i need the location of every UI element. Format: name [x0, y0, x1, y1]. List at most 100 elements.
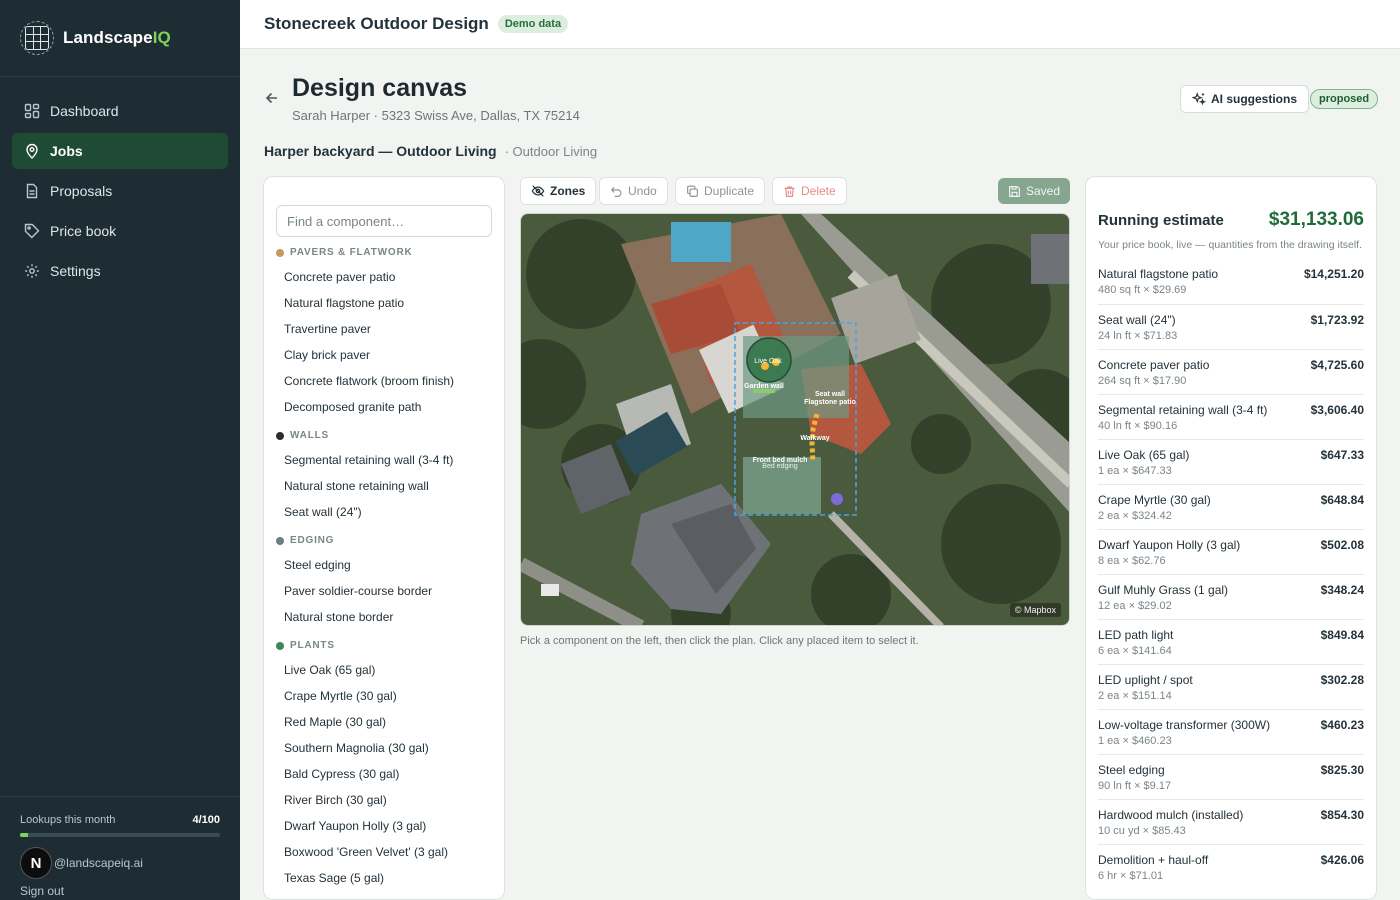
line-item-name: Low-voltage transformer (300W) [1098, 718, 1271, 732]
saved-status-button[interactable]: Saved [998, 178, 1071, 204]
design-canvas-map[interactable]: Live Oak Garden wall Seat wall Flagstone… [520, 213, 1070, 626]
component-item[interactable]: Natural stone border [264, 604, 504, 630]
project-name: Harper backyard — Outdoor Living [264, 143, 497, 159]
component-item[interactable]: Texas Sage (5 gal) [264, 865, 504, 891]
nav-item-jobs[interactable]: Jobs [12, 133, 228, 169]
user-account[interactable]: N @landscapeiq.ai [20, 847, 220, 879]
back-arrow-icon[interactable] [264, 90, 280, 106]
component-item[interactable]: Paver soldier-course border [264, 578, 504, 604]
proposals-icon [26, 183, 38, 199]
line-item-price: $648.84 [1320, 493, 1364, 507]
uplight-marker[interactable] [831, 493, 843, 505]
line-item-quantity: 1 ea × $460.23 [1098, 735, 1172, 747]
line-item-price: $647.33 [1320, 448, 1364, 462]
component-item[interactable]: Natural stone retaining wall [264, 473, 504, 499]
duplicate-label: Duplicate [704, 184, 755, 198]
line-item-quantity: 90 ln ft × $9.17 [1098, 780, 1172, 792]
estimate-line-item[interactable]: Dwarf Yaupon Holly (3 gal) 8 ea × $62.76 $… [1098, 529, 1364, 574]
line-item-info: Dwarf Yaupon Holly (3 gal) 8 ea × $62.76 [1098, 538, 1240, 574]
component-item[interactable]: Southern Magnolia (30 gal) [264, 735, 504, 761]
component-item[interactable]: Red Maple (30 gal) [264, 709, 504, 735]
map-attribution[interactable]: © Mapbox [1009, 603, 1061, 617]
lookups-usage: Lookups this month 4/100 [20, 814, 220, 826]
project-line: Harper backyard — Outdoor Living · Outdoo… [264, 143, 597, 159]
component-item[interactable]: Dwarf Yaupon Holly (3 gal) [264, 813, 504, 839]
estimate-header: Running estimate $31,133.06 [1098, 209, 1364, 231]
delete-button[interactable]: Delete [772, 177, 847, 205]
company-name: Stonecreek Outdoor Design [264, 14, 489, 33]
duplicate-button[interactable]: Duplicate [675, 177, 766, 205]
undo-button[interactable]: Undo [599, 177, 668, 205]
component-item[interactable]: Decomposed granite path [264, 394, 504, 420]
category-header: EDGING [276, 535, 504, 546]
estimate-line-item[interactable]: Live Oak (65 gal) 1 ea × $647.33 $647.33 [1098, 439, 1364, 484]
line-item-name: LED uplight / spot [1098, 673, 1193, 687]
main-nav: Dashboard Jobs Proposals Price book Sett… [0, 77, 240, 289]
category-dot-icon [276, 431, 284, 440]
estimate-line-item[interactable]: Low-voltage transformer (300W) 1 ea × $46… [1098, 709, 1364, 754]
component-item[interactable]: Live Oak (65 gal) [264, 657, 504, 683]
component-item[interactable]: Concrete flatwork (broom finish) [264, 368, 504, 394]
line-item-info: Demolition + haul-off 6 hr × $71.01 [1098, 853, 1208, 889]
satellite-map[interactable]: Live Oak Garden wall Seat wall Flagstone… [521, 214, 1070, 626]
ai-suggestions-button[interactable]: AI suggestions [1180, 85, 1310, 113]
line-item-price: $460.23 [1320, 718, 1364, 732]
avatar[interactable]: N [20, 847, 52, 879]
pool [671, 222, 731, 262]
estimate-line-item[interactable]: Segmental retaining wall (3-4 ft) 40 ln f… [1098, 394, 1364, 439]
component-item[interactable]: Natural flagstone patio [264, 290, 504, 316]
line-item-info: LED uplight / spot 2 ea × $151.14 [1098, 673, 1193, 709]
line-item-quantity: 10 cu yd × $85.43 [1098, 825, 1186, 837]
line-item-price: $4,725.60 [1310, 358, 1364, 372]
component-item[interactable]: Boxwood 'Green Velvet' (3 gal) [264, 839, 504, 865]
brand[interactable]: LandscapeIQ [0, 0, 240, 77]
line-item-price: $3,606.40 [1310, 403, 1364, 417]
client-address: Sarah Harper · 5323 Swiss Ave, Dallas, T… [292, 108, 580, 123]
line-item-price: $849.84 [1320, 628, 1364, 642]
sidebar-footer: Lookups this month 4/100 N @landscapeiq.… [0, 796, 240, 900]
component-library: PAVERS & FLATWORKConcrete paver patioNat… [263, 176, 505, 900]
line-item-price: $14,251.20 [1303, 267, 1364, 281]
nav-label: Settings [50, 263, 101, 279]
lookups-progress-fill [20, 833, 28, 837]
estimate-line-item[interactable]: Natural flagstone patio 480 sq ft × $29.6… [1098, 259, 1364, 304]
component-item[interactable]: Seat wall (24") [264, 499, 504, 525]
zones-label: Zones [550, 184, 586, 198]
estimate-line-item[interactable]: LED path light 6 ea × $141.64 $849.84 [1098, 619, 1364, 664]
line-item-quantity: 1 ea × $647.33 [1098, 465, 1172, 477]
estimate-line-item[interactable]: Demolition + haul-off 6 hr × $71.01 $426.0… [1098, 844, 1364, 889]
component-item[interactable]: River Birch (30 gal) [264, 787, 504, 813]
component-item[interactable]: Segmental retaining wall (3-4 ft) [264, 447, 504, 473]
component-item[interactable]: Clay brick paver [264, 342, 504, 368]
map-label-walkway: Walkway [800, 435, 829, 442]
component-search-input[interactable] [276, 205, 492, 237]
nav-item-price-book[interactable]: Price book [12, 213, 228, 249]
nav-item-dashboard[interactable]: Dashboard [12, 93, 228, 129]
sign-out-link[interactable]: Sign out [20, 884, 220, 898]
component-item[interactable]: Travertine paver [264, 316, 504, 342]
component-item[interactable]: Steel edging [264, 552, 504, 578]
estimate-line-item[interactable]: Seat wall (24") 24 ln ft × $71.83 $1,723.9… [1098, 304, 1364, 349]
component-item[interactable]: Bald Cypress (30 gal) [264, 761, 504, 787]
category-dot-icon [276, 248, 284, 257]
estimate-line-item[interactable]: Hardwood mulch (installed) 10 cu yd × $85… [1098, 799, 1364, 844]
estimate-line-item[interactable]: Crape Myrtle (30 gal) 2 ea × $324.42 $648.… [1098, 484, 1364, 529]
component-item[interactable]: Concrete paver patio [264, 264, 504, 290]
nav-item-proposals[interactable]: Proposals [12, 173, 228, 209]
category-header: PAVERS & FLATWORK [276, 247, 504, 258]
zones-toggle-button[interactable]: Zones [520, 177, 597, 205]
save-icon [1009, 185, 1020, 197]
component-item[interactable]: Crape Myrtle (30 gal) [264, 683, 504, 709]
line-item-info: Gulf Muhly Grass (1 gal) 12 ea × $29.02 [1098, 583, 1228, 619]
category-label: PLANTS [290, 640, 335, 651]
estimate-line-item[interactable]: Gulf Muhly Grass (1 gal) 12 ea × $29.02 $3… [1098, 574, 1364, 619]
line-item-info: Low-voltage transformer (300W) 1 ea × $46… [1098, 718, 1270, 754]
estimate-line-item[interactable]: Steel edging 90 ln ft × $9.17 $825.30 [1098, 754, 1364, 799]
trash-icon [784, 185, 795, 197]
nav-item-settings[interactable]: Settings [12, 253, 228, 289]
line-item-info: Natural flagstone patio 480 sq ft × $29.6… [1098, 267, 1218, 304]
component-list: PAVERS & FLATWORK Concrete paver patio Nat… [264, 247, 504, 891]
estimate-line-item[interactable]: Concrete paver patio 264 sq ft × $17.90 $4… [1098, 349, 1364, 394]
estimate-line-item[interactable]: LED uplight / spot 2 ea × $151.14 $302.28 [1098, 664, 1364, 709]
line-item-name: Natural flagstone patio [1098, 267, 1219, 281]
